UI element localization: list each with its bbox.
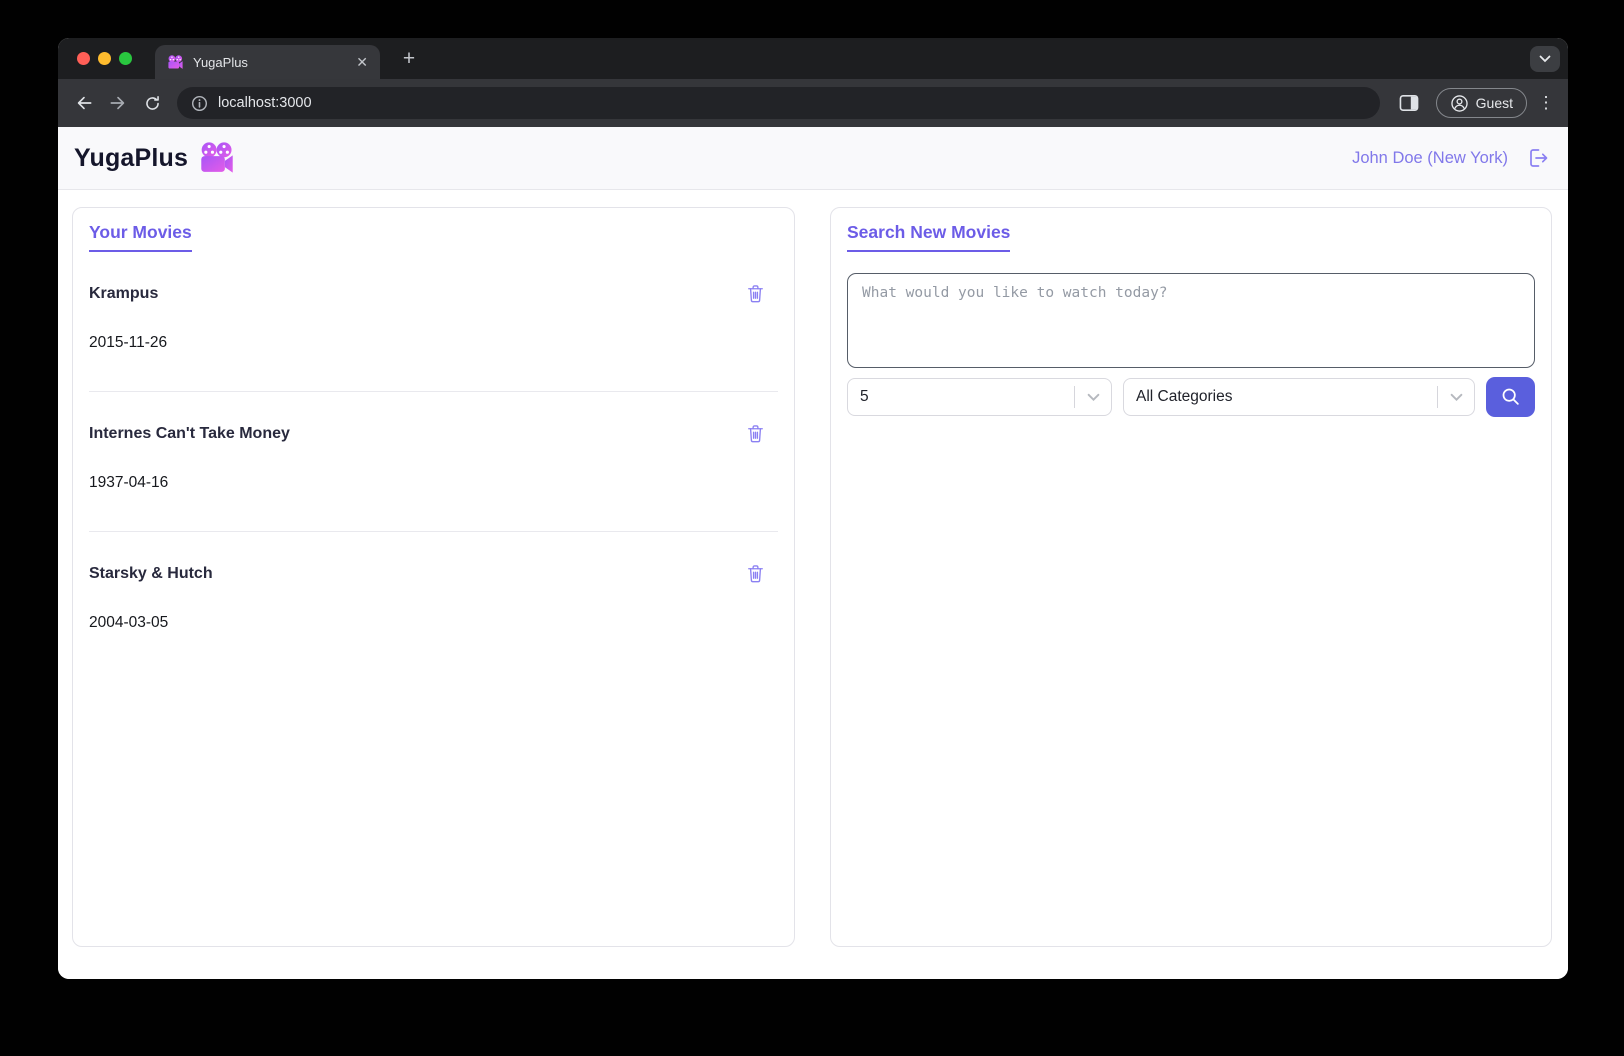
profile-button[interactable]: Guest xyxy=(1436,88,1527,118)
side-panel-button[interactable] xyxy=(1392,86,1426,120)
forward-arrow-icon xyxy=(108,93,128,113)
guest-label: Guest xyxy=(1476,95,1513,111)
movie-title: Internes Can't Take Money xyxy=(89,425,290,443)
chevron-down-icon xyxy=(1450,393,1463,402)
site-info-icon[interactable] xyxy=(191,95,208,112)
delete-movie-button[interactable] xyxy=(746,283,765,304)
movie-row: Krampus xyxy=(89,252,778,392)
tab-search-button[interactable] xyxy=(1530,46,1560,72)
tab-close-icon[interactable]: ✕ xyxy=(356,55,368,69)
reload-icon xyxy=(143,94,162,113)
minimize-window-button[interactable] xyxy=(98,52,111,65)
movie-title: Krampus xyxy=(89,285,158,303)
category-value: All Categories xyxy=(1124,388,1437,406)
browser-toolbar: localhost:3000 Guest ⋮ xyxy=(58,79,1568,127)
close-window-button[interactable] xyxy=(77,52,90,65)
movie-release-date: 2004-03-05 xyxy=(89,614,778,632)
tab-favicon-movie-camera-icon xyxy=(167,55,184,70)
movie-release-date: 2015-11-26 xyxy=(89,334,778,352)
new-tab-button[interactable]: + xyxy=(396,46,422,72)
tab-strip: YugaPlus ✕ + xyxy=(58,38,1568,79)
page-content: YugaPlus John Do xyxy=(58,127,1568,979)
browser-window: YugaPlus ✕ + localhost:3000 xyxy=(58,38,1568,979)
search-movies-heading[interactable]: Search New Movies xyxy=(847,222,1010,252)
side-panel-icon xyxy=(1399,94,1419,112)
delete-movie-button[interactable] xyxy=(746,563,765,584)
reload-button[interactable] xyxy=(135,86,169,120)
browser-tab[interactable]: YugaPlus ✕ xyxy=(155,45,380,79)
app-header: YugaPlus John Do xyxy=(58,127,1568,190)
results-count-value: 5 xyxy=(848,388,1074,406)
back-button[interactable] xyxy=(67,86,101,120)
trash-icon xyxy=(746,563,765,584)
maximize-window-button[interactable] xyxy=(119,52,132,65)
chevron-down-icon xyxy=(1539,55,1551,63)
user-profile-link[interactable]: John Doe (New York) xyxy=(1352,149,1508,168)
brand-name: YugaPlus xyxy=(74,144,188,173)
search-icon xyxy=(1500,386,1522,408)
trash-icon xyxy=(746,423,765,444)
movie-release-date: 1937-04-16 xyxy=(89,474,778,492)
movie-camera-logo-icon xyxy=(198,142,236,175)
delete-movie-button[interactable] xyxy=(746,423,765,444)
forward-button[interactable] xyxy=(101,86,135,120)
trash-icon xyxy=(746,283,765,304)
search-panel: Search New Movies 5 All Categories xyxy=(830,207,1552,947)
back-arrow-icon xyxy=(74,93,94,113)
search-controls: 5 All Categories xyxy=(847,377,1535,417)
search-button[interactable] xyxy=(1486,377,1535,417)
search-query-input[interactable] xyxy=(847,273,1535,368)
results-count-select[interactable]: 5 xyxy=(847,378,1112,416)
user-area: John Doe (New York) xyxy=(1352,146,1550,170)
chevron-down-icon xyxy=(1087,393,1100,402)
your-movies-heading[interactable]: Your Movies xyxy=(89,222,192,252)
movie-row: Internes Can't Take Money xyxy=(89,392,778,532)
tab-title: YugaPlus xyxy=(193,55,356,70)
movie-list: Krampus xyxy=(89,252,778,671)
browser-menu-button[interactable]: ⋮ xyxy=(1533,93,1559,113)
your-movies-panel: Your Movies Krampus xyxy=(72,207,795,947)
guest-avatar-icon xyxy=(1450,94,1469,113)
logout-icon[interactable] xyxy=(1526,146,1550,170)
url-text: localhost:3000 xyxy=(218,95,312,111)
address-bar[interactable]: localhost:3000 xyxy=(177,87,1380,119)
movie-row: Starsky & Hutch xyxy=(89,532,778,671)
brand: YugaPlus xyxy=(74,142,236,175)
movie-title: Starsky & Hutch xyxy=(89,565,213,583)
category-select[interactable]: All Categories xyxy=(1123,378,1475,416)
main-area: Your Movies Krampus xyxy=(58,190,1568,979)
window-controls xyxy=(77,52,132,65)
